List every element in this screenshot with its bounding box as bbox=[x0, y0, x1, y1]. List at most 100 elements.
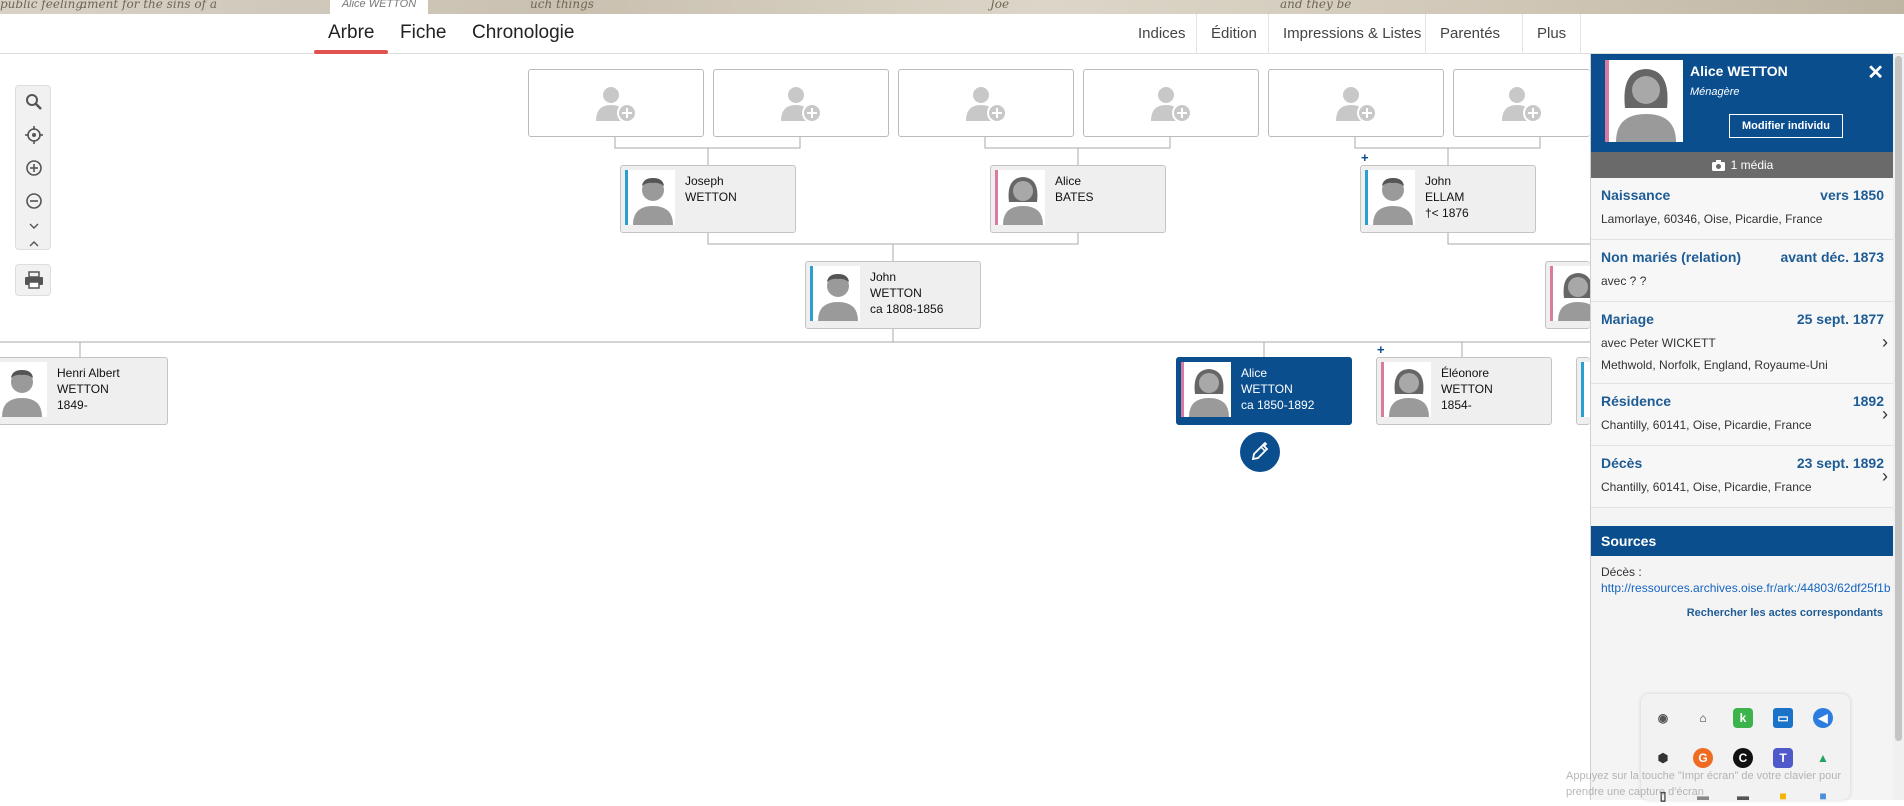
event-title: Mariage bbox=[1601, 311, 1654, 327]
modify-person-button[interactable]: Modifier individu bbox=[1729, 114, 1843, 138]
chevron-right-icon[interactable]: › bbox=[1882, 466, 1888, 487]
person-name: John bbox=[1425, 174, 1452, 188]
person-card[interactable]: John WETTON ca 1808-1856 bbox=[805, 261, 981, 329]
search-icon[interactable] bbox=[24, 92, 44, 112]
k-app-icon[interactable]: k bbox=[1733, 708, 1753, 728]
event-detail: Lamorlaye, 60346, Oise, Picardie, France bbox=[1601, 212, 1823, 226]
selected-person-card[interactable]: Alice WETTON ca 1850-1892 bbox=[1176, 357, 1352, 425]
chevron-right-icon[interactable]: › bbox=[1882, 404, 1888, 425]
crosshair-icon[interactable] bbox=[24, 125, 44, 145]
event-date: vers 1850 bbox=[1820, 187, 1884, 203]
person-name: BATES bbox=[1055, 190, 1094, 204]
event-title: Résidence bbox=[1601, 393, 1672, 409]
person-card[interactable]: John ELLAM †< 1876 bbox=[1360, 165, 1536, 233]
g-app-icon[interactable]: G bbox=[1693, 748, 1713, 768]
source-link[interactable]: http://ressources.archives.oise.fr/ark:/… bbox=[1601, 581, 1891, 595]
add-person-slot[interactable] bbox=[1268, 69, 1444, 137]
male-avatar bbox=[810, 266, 860, 321]
female-avatar bbox=[1381, 362, 1431, 417]
teams-icon[interactable]: T bbox=[1773, 748, 1793, 768]
person-name: WETTON bbox=[57, 382, 109, 396]
panel-person-name: Alice WETTON bbox=[1690, 63, 1788, 79]
collapse-icon[interactable] bbox=[24, 220, 44, 250]
event-date: avant déc. 1873 bbox=[1780, 249, 1884, 265]
event-relation[interactable]: Non mariés (relation) avant déc. 1873 av… bbox=[1591, 240, 1894, 302]
person-card-partial[interactable] bbox=[1545, 261, 1591, 329]
zoom-out-icon[interactable] bbox=[24, 191, 44, 211]
print-toolbox bbox=[15, 264, 51, 296]
monitor-icon[interactable]: ▭ bbox=[1773, 708, 1793, 728]
source-label: Décès : bbox=[1601, 565, 1642, 579]
expand-plus[interactable]: + bbox=[1361, 150, 1369, 165]
add-person-icon bbox=[1502, 87, 1543, 123]
chevron-right-icon[interactable]: › bbox=[1882, 332, 1888, 353]
add-person-slot[interactable] bbox=[1083, 69, 1259, 137]
drive-icon[interactable]: ▲ bbox=[1813, 748, 1833, 768]
female-avatar bbox=[995, 170, 1045, 225]
event-date: 25 sept. 1877 bbox=[1796, 311, 1884, 327]
person-card[interactable]: Joseph WETTON bbox=[620, 165, 796, 233]
print-icon[interactable] bbox=[24, 270, 44, 290]
close-icon[interactable]: ✕ bbox=[1867, 60, 1884, 85]
event-detail: avec Peter WICKETT bbox=[1601, 336, 1716, 350]
sources-header: Sources bbox=[1591, 526, 1894, 556]
event-marriage[interactable]: Mariage 25 sept. 1877 avec Peter WICKETT… bbox=[1591, 302, 1894, 384]
usb-icon[interactable]: ⌂ bbox=[1693, 708, 1713, 728]
event-title: Naissance bbox=[1601, 187, 1671, 203]
edit-person-button[interactable] bbox=[1240, 432, 1280, 472]
add-person-icon bbox=[1151, 87, 1192, 123]
c-app-icon[interactable]: C bbox=[1733, 748, 1753, 768]
speaker-icon[interactable]: ◀ bbox=[1813, 708, 1833, 728]
person-name: Joseph bbox=[685, 174, 724, 188]
add-person-icon bbox=[596, 87, 637, 123]
person-name: ELLAM bbox=[1425, 190, 1465, 204]
search-records-link[interactable]: Rechercher les actes correspondants bbox=[1687, 607, 1883, 619]
discord-icon[interactable]: ◉ bbox=[1653, 708, 1673, 728]
person-dates: 1854- bbox=[1441, 398, 1472, 412]
person-name: WETTON bbox=[685, 190, 737, 204]
add-person-slot[interactable] bbox=[528, 69, 704, 137]
male-avatar bbox=[625, 170, 675, 225]
event-date: 23 sept. 1892 bbox=[1796, 455, 1884, 471]
person-dates: ca 1850-1892 bbox=[1241, 398, 1315, 412]
event-date: 1892 bbox=[1852, 393, 1884, 409]
female-avatar bbox=[1181, 362, 1231, 417]
media-bar[interactable]: 1 média bbox=[1591, 152, 1894, 178]
add-person-icon bbox=[966, 87, 1007, 123]
media-count: 1 média bbox=[1730, 158, 1774, 172]
pencil-icon bbox=[1251, 442, 1269, 461]
person-dates: †< 1876 bbox=[1425, 206, 1469, 220]
add-person-icon bbox=[1336, 87, 1377, 123]
event-birth[interactable]: Naissance vers 1850 Lamorlaye, 60346, Oi… bbox=[1591, 178, 1894, 240]
person-card-partial[interactable] bbox=[1576, 357, 1591, 425]
add-person-slot[interactable] bbox=[898, 69, 1074, 137]
event-death[interactable]: Décès 23 sept. 1892 Chantilly, 60141, Oi… bbox=[1591, 446, 1894, 508]
person-detail-panel: Alice WETTON Ménagère ✕ Modifier individ… bbox=[1590, 54, 1894, 800]
person-name: Henri Albert bbox=[57, 366, 120, 380]
camera-icon bbox=[1711, 159, 1725, 171]
scrollbar[interactable] bbox=[1893, 54, 1904, 800]
person-name: WETTON bbox=[1441, 382, 1493, 396]
screenshot-hint: Appuyez sur la touche "Impr écran" de vo… bbox=[1566, 770, 1841, 798]
person-card[interactable]: Henri Albert WETTON 1849- bbox=[0, 357, 168, 425]
male-avatar bbox=[0, 362, 47, 417]
person-name: John bbox=[870, 270, 897, 284]
expand-plus[interactable]: + bbox=[1377, 342, 1385, 357]
person-dates: 1849- bbox=[57, 398, 88, 412]
add-person-slot[interactable] bbox=[1453, 69, 1590, 137]
person-dates: ca 1808-1856 bbox=[870, 302, 944, 316]
event-residence[interactable]: Résidence 1892 Chantilly, 60141, Oise, P… bbox=[1591, 384, 1894, 446]
event-detail: Methwold, Norfolk, England, Royaume-Uni bbox=[1601, 358, 1828, 372]
person-name: Alice bbox=[1055, 174, 1082, 188]
person-card[interactable]: Alice BATES bbox=[990, 165, 1166, 233]
person-name: Alice bbox=[1241, 366, 1268, 380]
scrollbar-thumb[interactable] bbox=[1895, 56, 1902, 741]
event-detail: avec ? ? bbox=[1601, 274, 1647, 288]
person-card[interactable]: Éléonore WETTON 1854- bbox=[1376, 357, 1552, 425]
add-person-slot[interactable] bbox=[713, 69, 889, 137]
person-name: Éléonore bbox=[1441, 366, 1490, 380]
panel-occupation: Ménagère bbox=[1690, 86, 1740, 98]
shield-icon[interactable]: ⬢ bbox=[1653, 748, 1673, 768]
tree-toolbox bbox=[15, 85, 51, 250]
zoom-in-icon[interactable] bbox=[24, 158, 44, 178]
